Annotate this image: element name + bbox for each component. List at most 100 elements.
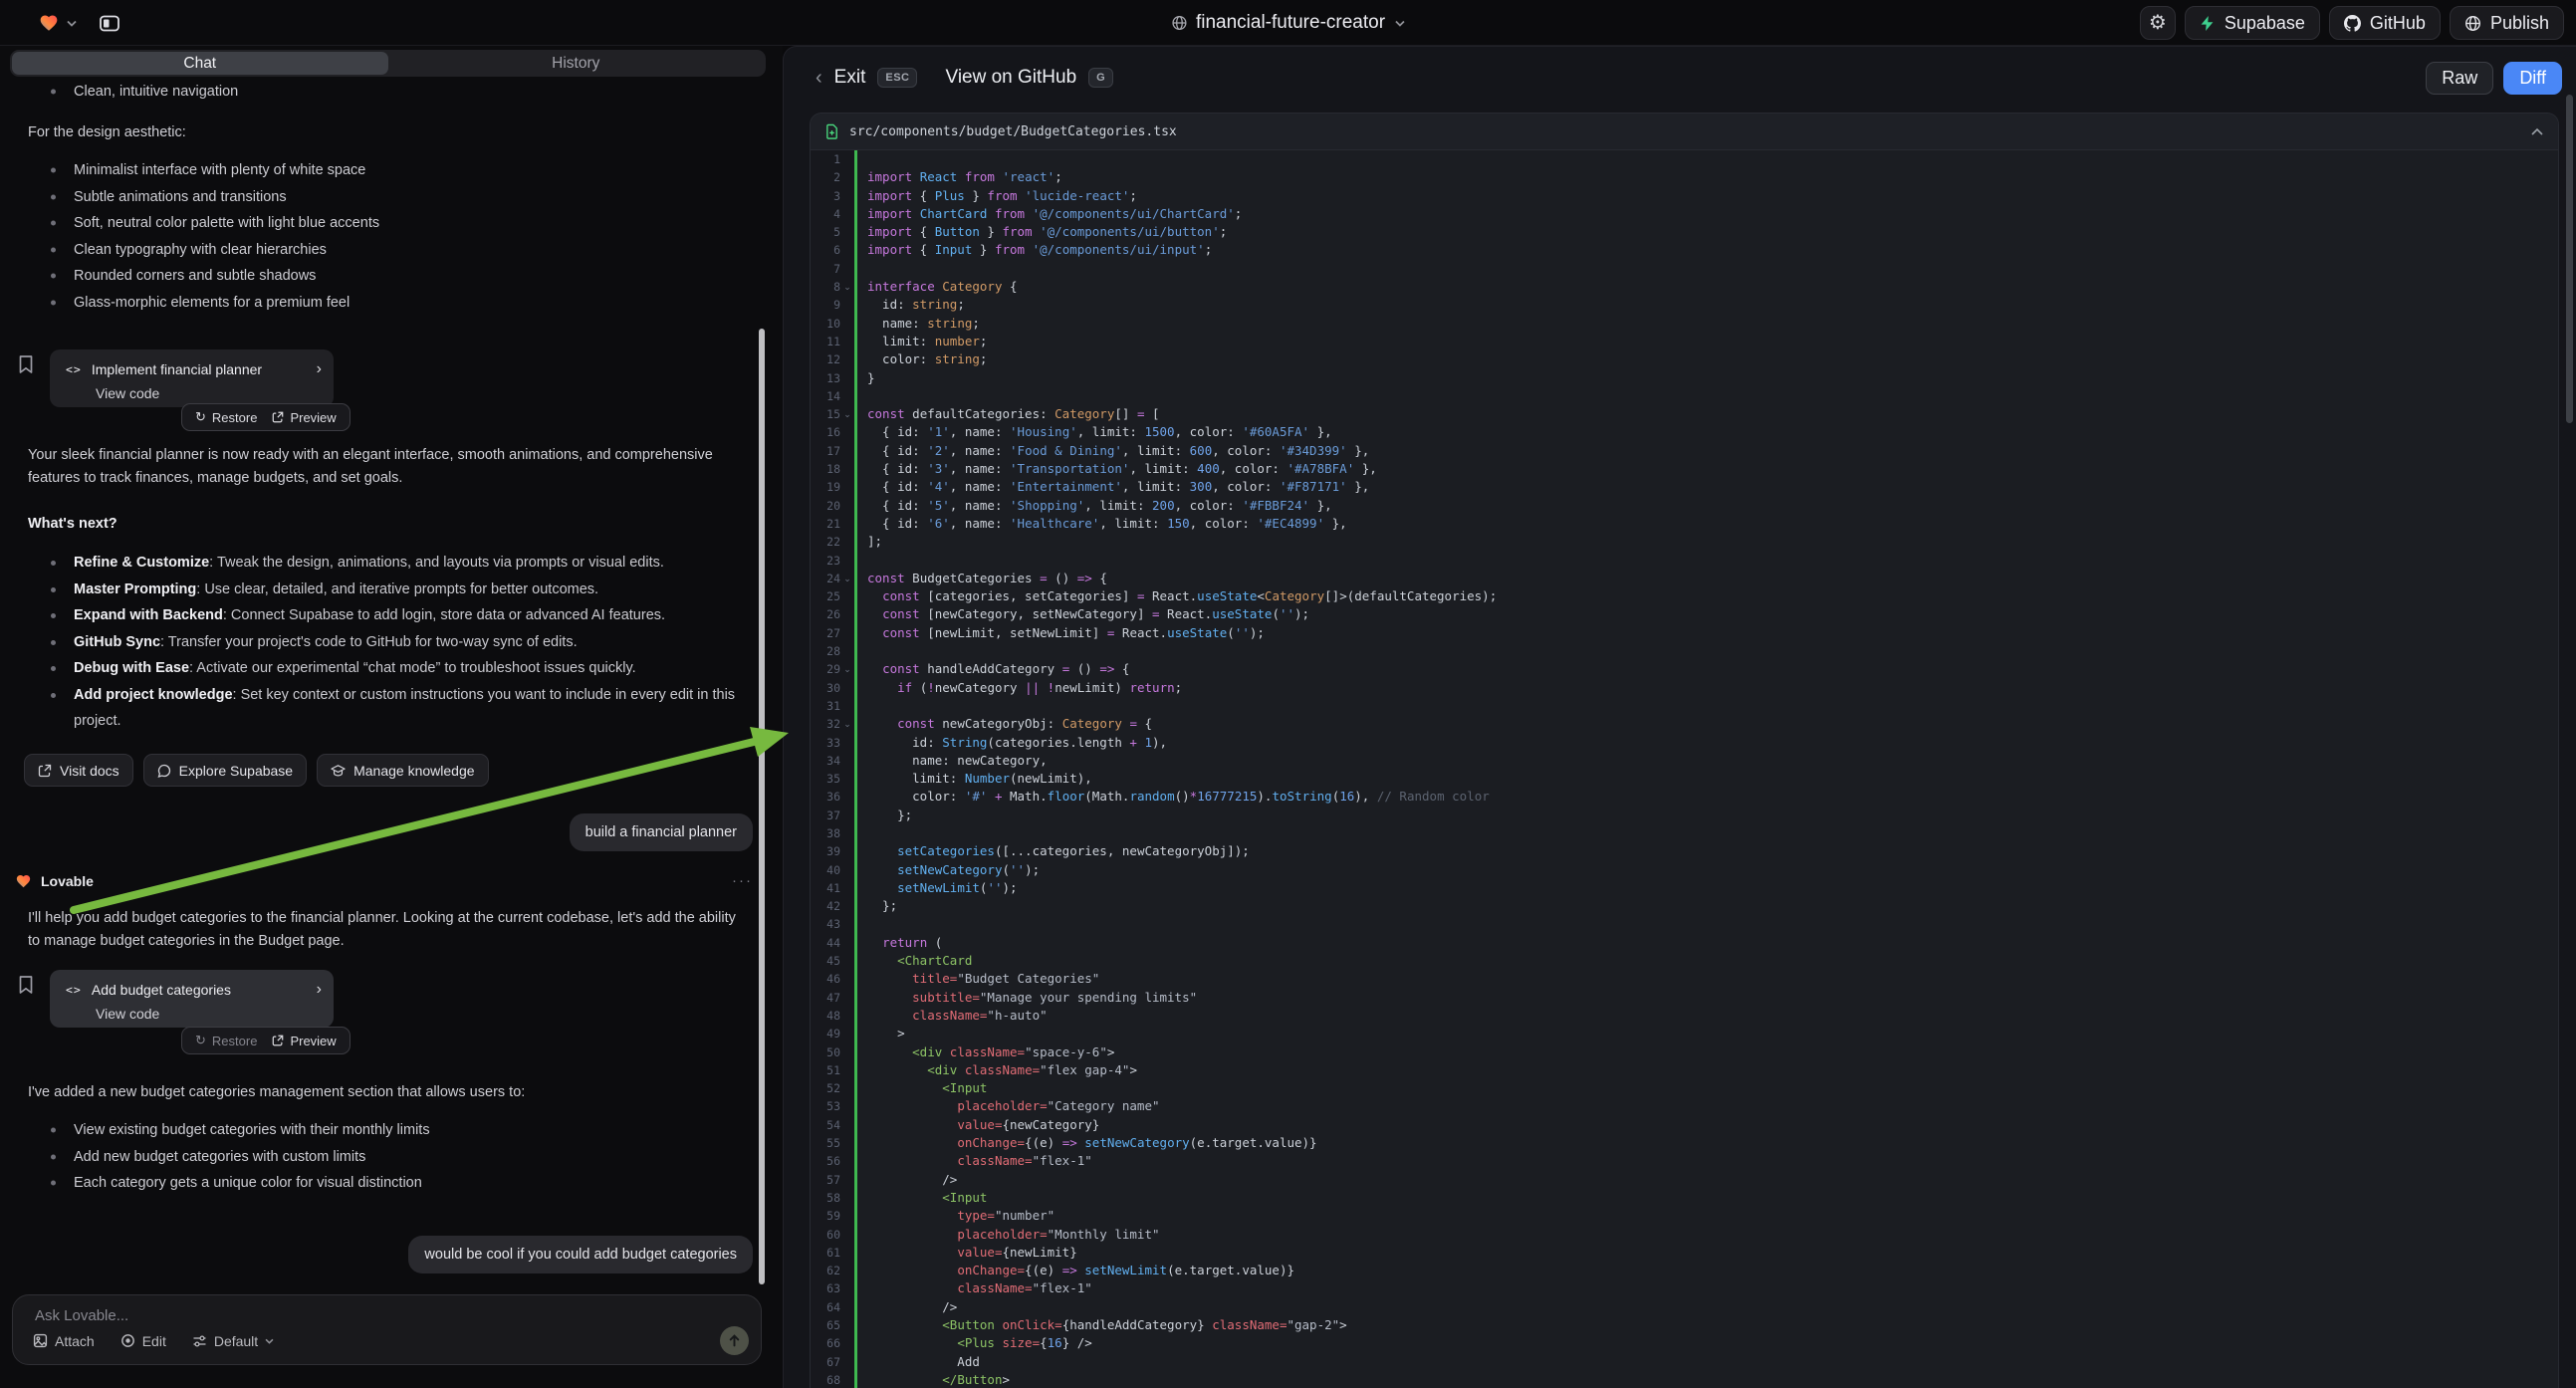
- line-number: 65: [811, 1316, 840, 1334]
- publish-button[interactable]: Publish: [2450, 6, 2564, 40]
- logo-chevron-down-icon[interactable]: [67, 20, 77, 27]
- list-item-text: Glass-morphic elements for a premium fee…: [74, 295, 350, 311]
- code-scrollbar-thumb[interactable]: [2566, 95, 2573, 423]
- fold-chevron-icon: [840, 734, 854, 752]
- code-text: const handleAddCategory = () => {: [854, 660, 2558, 678]
- code-line: 51 <div className="flex gap-4">: [811, 1061, 2558, 1079]
- file-header[interactable]: src/components/budget/BudgetCategories.t…: [811, 114, 2558, 150]
- code-editor[interactable]: 12import React from 'react';3import { Pl…: [811, 150, 2558, 1388]
- view-code-link[interactable]: View code: [66, 1006, 322, 1022]
- code-text: const [newLimit, setNewLimit] = React.us…: [854, 624, 2558, 642]
- chat-panel: Chat History Clean, intuitive navigation…: [0, 46, 783, 1388]
- back-chevron-icon[interactable]: ‹: [816, 67, 822, 90]
- fold-chevron-icon[interactable]: ⌄: [840, 278, 854, 296]
- code-text: limit: Number(newLimit),: [854, 770, 2558, 788]
- preview-button[interactable]: Preview: [272, 410, 336, 425]
- whats-next-item: Master Prompting: Use clear, detailed, a…: [0, 577, 761, 603]
- fold-chevron-icon: [840, 442, 854, 460]
- settings-button[interactable]: ⚙: [2140, 6, 2176, 40]
- preview-button[interactable]: Preview: [272, 1034, 336, 1048]
- code-line: 31: [811, 697, 2558, 715]
- exit-button[interactable]: Exit: [834, 67, 866, 89]
- line-number: 67: [811, 1353, 840, 1371]
- bookmark-icon[interactable]: [18, 975, 34, 995]
- code-line: 10 name: string;: [811, 315, 2558, 333]
- chat-bubble-icon: [157, 764, 171, 778]
- assistant-name: Lovable: [41, 873, 94, 889]
- lovable-logo-icon[interactable]: [38, 13, 60, 33]
- code-line: 27 const [newLimit, setNewLimit] = React…: [811, 624, 2558, 642]
- esc-key-badge: ESC: [877, 68, 917, 88]
- chat-input[interactable]: [35, 1307, 741, 1324]
- code-text: id: String(categories.length + 1),: [854, 734, 2558, 752]
- code-text: };: [854, 897, 2558, 915]
- fold-chevron-icon: [840, 915, 854, 933]
- code-line: 50 <div className="space-y-6">: [811, 1043, 2558, 1061]
- code-text: }: [854, 369, 2558, 387]
- view-code-link[interactable]: View code: [66, 385, 322, 401]
- fold-chevron-icon[interactable]: ⌄: [840, 715, 854, 733]
- code-text: value={newLimit}: [854, 1244, 2558, 1262]
- line-number: 14: [811, 387, 840, 405]
- message-menu-button[interactable]: ···: [732, 872, 753, 889]
- item-label: Debug with Ease: [74, 660, 189, 676]
- line-number: 8: [811, 278, 840, 296]
- bookmark-icon[interactable]: [18, 354, 34, 374]
- list-item-text: Subtle animations and transitions: [74, 189, 287, 205]
- supabase-button[interactable]: Supabase: [2185, 6, 2320, 40]
- view-on-github-button[interactable]: View on GitHub: [945, 67, 1076, 89]
- fold-chevron-icon[interactable]: ⌄: [840, 570, 854, 587]
- code-line: 37 };: [811, 807, 2558, 824]
- line-number: 49: [811, 1025, 840, 1042]
- toggle-sidebar-button[interactable]: [94, 8, 125, 38]
- attach-button[interactable]: Attach: [33, 1333, 95, 1349]
- line-number: 36: [811, 788, 840, 806]
- diff-button[interactable]: Diff: [2503, 62, 2562, 95]
- edit-button[interactable]: Edit: [120, 1333, 166, 1349]
- fold-chevron-icon: [840, 587, 854, 605]
- code-text: [854, 260, 2558, 278]
- code-text: title="Budget Categories": [854, 970, 2558, 988]
- graduation-cap-icon: [331, 764, 346, 778]
- code-line: 46 title="Budget Categories": [811, 970, 2558, 988]
- tab-chat[interactable]: Chat: [12, 52, 388, 75]
- fold-chevron-icon: [840, 241, 854, 259]
- list-item-text: Each category gets a unique color for vi…: [74, 1175, 422, 1191]
- project-selector[interactable]: financial-future-creator: [1171, 0, 1405, 46]
- send-button[interactable]: [720, 1326, 749, 1355]
- line-number: 53: [811, 1097, 840, 1115]
- fold-chevron-icon: [840, 624, 854, 642]
- list-item: Rounded corners and subtle shadows: [0, 263, 761, 290]
- restore-button[interactable]: ↻ Restore: [195, 409, 257, 425]
- code-text: setNewCategory('');: [854, 861, 2558, 879]
- code-line: 66 <Plus size={16} />: [811, 1334, 2558, 1352]
- list-item-text: Soft, neutral color palette with light b…: [74, 215, 379, 231]
- github-button[interactable]: GitHub: [2329, 6, 2441, 40]
- item-text: : Use clear, detailed, and iterative pro…: [196, 581, 598, 597]
- version-card-add-budget-categories[interactable]: <> Add budget categories › View code: [50, 970, 334, 1028]
- chevron-up-icon[interactable]: [2530, 127, 2544, 136]
- raw-button[interactable]: Raw: [2426, 62, 2493, 95]
- code-text: id: string;: [854, 296, 2558, 314]
- fold-chevron-icon[interactable]: ⌄: [840, 405, 854, 423]
- restore-button[interactable]: ↻ Restore: [195, 1033, 257, 1048]
- visit-docs-button[interactable]: Visit docs: [24, 754, 133, 787]
- version-card-implement-financial-planner[interactable]: <> Implement financial planner › View co…: [50, 349, 334, 407]
- line-number: 16: [811, 423, 840, 441]
- version-card-header: <> Implement financial planner ›: [66, 357, 322, 381]
- mode-selector[interactable]: Default: [192, 1333, 274, 1349]
- code-line: 43: [811, 915, 2558, 933]
- tab-history[interactable]: History: [388, 52, 765, 75]
- fold-chevron-icon[interactable]: ⌄: [840, 660, 854, 678]
- code-line: 32⌄ const newCategoryObj: Category = {: [811, 715, 2558, 733]
- line-number: 40: [811, 861, 840, 879]
- code-line: 20 { id: '5', name: 'Shopping', limit: 2…: [811, 497, 2558, 515]
- file-path: src/components/budget/BudgetCategories.t…: [849, 124, 2520, 139]
- chat-scrollbar-thumb[interactable]: [759, 329, 765, 1284]
- manage-knowledge-button[interactable]: Manage knowledge: [317, 754, 488, 787]
- list-item-text: Rounded corners and subtle shadows: [74, 268, 316, 284]
- list-item: Clean typography with clear hierarchies: [0, 237, 761, 264]
- file-card: src/components/budget/BudgetCategories.t…: [810, 113, 2559, 1388]
- fold-chevron-icon: [840, 970, 854, 988]
- explore-supabase-button[interactable]: Explore Supabase: [143, 754, 307, 787]
